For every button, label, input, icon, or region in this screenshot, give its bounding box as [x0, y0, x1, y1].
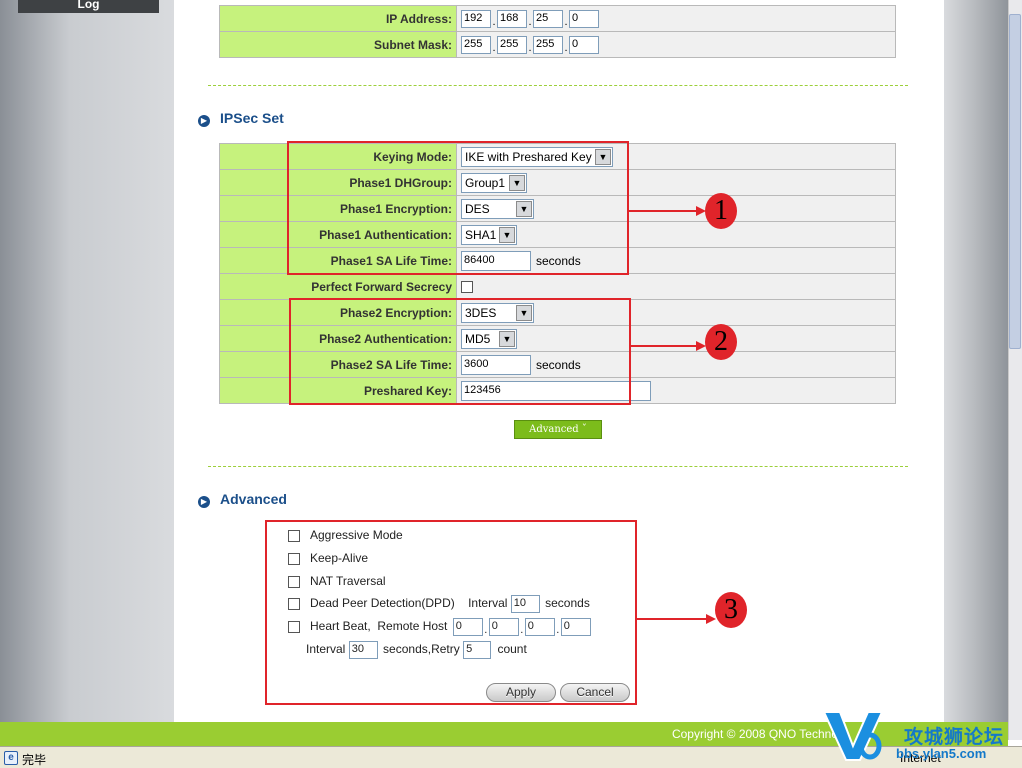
callout-2: 2: [705, 324, 737, 360]
copyright-text: Copyright © 2008 QNO Techno: [671, 727, 838, 741]
ipsec-section-title: ▶ IPSec Set: [198, 110, 284, 127]
mask-octet-4[interactable]: 0: [569, 35, 599, 54]
mask-octet-2[interactable]: 255: [497, 35, 527, 54]
left-sidebar: Log: [0, 0, 174, 722]
bullet-icon: ▶: [198, 115, 210, 127]
ip-octet-4[interactable]: 0: [569, 9, 599, 28]
sidebar-item-log[interactable]: Log: [18, 0, 159, 13]
arrowhead-icon: [706, 614, 716, 624]
watermark-title: 攻城狮论坛: [904, 727, 1005, 748]
annotation-box-2: [289, 298, 631, 405]
annotation-arrow-3: [637, 618, 707, 620]
pfs-label: Perfect Forward Secrecy: [219, 273, 457, 300]
divider: [208, 466, 908, 467]
callout-1: 1: [705, 193, 737, 229]
pfs-checkbox[interactable]: [461, 281, 473, 294]
network-table: IP Address: 192. 168. 25. 0 Subnet Mask: 25…: [219, 5, 896, 58]
ip-address-row: IP Address: 192. 168. 25. 0: [219, 5, 896, 32]
subnet-mask-row: Subnet Mask: 255. 255. 255. 0: [219, 31, 896, 58]
mask-octet-1[interactable]: 255: [461, 35, 491, 54]
divider: [208, 85, 908, 86]
mask-octet-3[interactable]: 255: [533, 35, 563, 54]
annotation-box-3: [265, 520, 637, 705]
annotation-arrow-1: [629, 210, 697, 212]
advanced-toggle-button[interactable]: Advanced ˇ: [514, 420, 602, 439]
right-gutter: [944, 0, 1008, 722]
ip-octet-2[interactable]: 168: [497, 9, 527, 28]
subnet-mask-label: Subnet Mask:: [219, 31, 457, 58]
pfs-row: Perfect Forward Secrecy: [219, 273, 896, 300]
ip-address-label: IP Address:: [219, 5, 457, 32]
scrollbar-thumb[interactable]: [1009, 14, 1021, 349]
advanced-section-title: ▶ Advanced: [198, 491, 287, 508]
page-icon: e: [4, 751, 18, 765]
annotation-box-1: [287, 141, 629, 275]
ip-octet-1[interactable]: 192: [461, 9, 491, 28]
watermark-logo: 攻城狮论坛 bbs.ylan5.com: [816, 706, 1022, 768]
v-logo-icon: [822, 711, 884, 761]
status-text: 完毕: [22, 753, 47, 767]
watermark-url: bbs.ylan5.com: [896, 746, 987, 761]
annotation-arrow-2: [631, 345, 697, 347]
callout-3: 3: [715, 592, 747, 628]
bullet-icon: ▶: [198, 496, 210, 508]
ip-octet-3[interactable]: 25: [533, 9, 563, 28]
